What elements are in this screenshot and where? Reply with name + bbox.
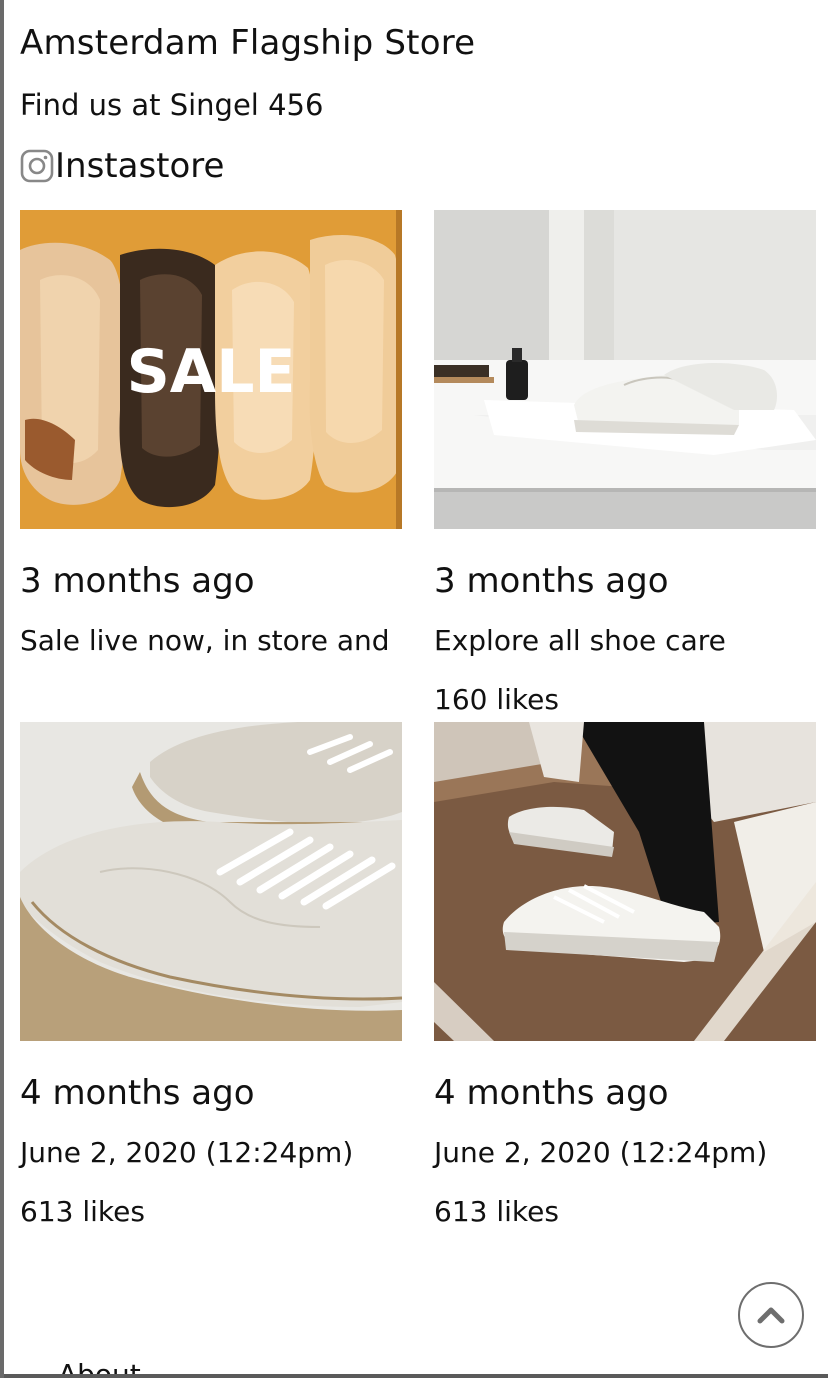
post-caption: Sale live now, in store and: [20, 624, 390, 657]
post-time: 4 months ago: [20, 1073, 255, 1113]
chevron-up-icon: [757, 1307, 785, 1324]
footer-divider: [4, 1374, 828, 1378]
post-time: 3 months ago: [20, 561, 255, 601]
post-image-sale-sneakers[interactable]: SALE: [20, 210, 402, 529]
post-card[interactable]: 4 months ago June 2, 2020 (12:24pm) 613 …: [20, 722, 402, 1228]
post-time: 3 months ago: [434, 561, 669, 601]
post-likes: 160 likes: [434, 683, 559, 716]
post-card[interactable]: SALE 3 months ago Sale live now, in stor…: [20, 210, 402, 657]
post-card[interactable]: 3 months ago Explore all shoe care 160 l…: [434, 210, 816, 716]
viewport-edge: [0, 0, 4, 1378]
scroll-to-top-button[interactable]: [738, 1282, 804, 1348]
footer-link-about[interactable]: About: [58, 1360, 141, 1374]
post-image-sneaker-closeup[interactable]: [20, 722, 402, 1041]
sale-overlay: SALE: [127, 337, 296, 407]
instagram-link[interactable]: Instastore: [20, 143, 224, 189]
store-address: Find us at Singel 456: [20, 88, 324, 122]
instagram-label: Instastore: [55, 146, 225, 186]
post-caption: June 2, 2020 (12:24pm): [20, 1136, 354, 1169]
post-image-shoe-care[interactable]: [434, 210, 816, 529]
instagram-icon: [20, 149, 54, 183]
post-caption: Explore all shoe care: [434, 624, 726, 657]
post-card[interactable]: 4 months ago June 2, 2020 (12:24pm) 613 …: [434, 722, 816, 1228]
post-caption: June 2, 2020 (12:24pm): [434, 1136, 768, 1169]
store-title: Amsterdam Flagship Store: [20, 23, 476, 63]
instagram-feed-page: Amsterdam Flagship Store Find us at Sing…: [0, 0, 828, 1378]
post-time: 4 months ago: [434, 1073, 669, 1113]
post-image-worn-sneakers[interactable]: [434, 722, 816, 1041]
post-likes: 613 likes: [20, 1195, 145, 1228]
post-likes: 613 likes: [434, 1195, 559, 1228]
